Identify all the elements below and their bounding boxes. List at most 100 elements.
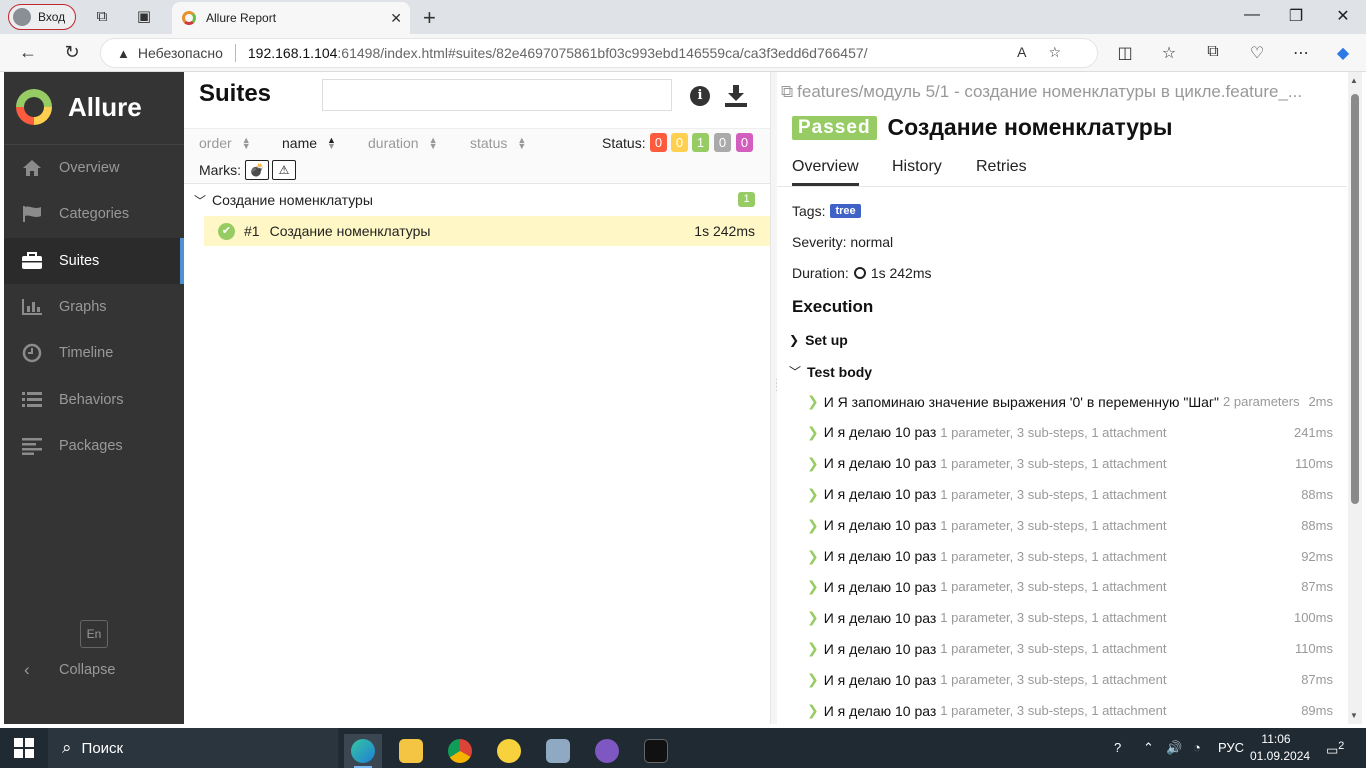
tab-actions-icon[interactable]: ▣: [134, 7, 154, 27]
info-icon[interactable]: i: [690, 86, 710, 106]
tab-retries[interactable]: Retries: [976, 158, 1027, 184]
step-name: И я делаю 10 раз: [823, 640, 937, 657]
tab-history[interactable]: History: [892, 158, 942, 184]
network-icon[interactable]: ◔: [1193, 740, 1201, 755]
step-row[interactable]: ❯ И я делаю 10 раз 1 parameter, 3 sub-step…: [807, 664, 1333, 695]
status-failed-toggle[interactable]: 0: [650, 133, 667, 152]
back-icon[interactable]: ←: [16, 42, 40, 63]
copy-icon[interactable]: ⧉: [781, 82, 793, 101]
scrollbar[interactable]: ▲ ▼: [1348, 72, 1362, 724]
more-icon[interactable]: ⋯: [1290, 43, 1312, 63]
download-icon[interactable]: [724, 84, 748, 108]
chevron-down-icon: ﹀: [789, 365, 802, 379]
chevron-right-icon: ❯: [807, 454, 819, 471]
test-body-toggle[interactable]: ﹀ Test body: [789, 363, 872, 380]
input-language[interactable]: РУС: [1218, 740, 1244, 755]
step-row[interactable]: ❯ И Я запоминаю значение выражения '0' в …: [807, 386, 1333, 417]
edge-app-icon[interactable]: [344, 734, 382, 768]
brand[interactable]: Allure: [4, 72, 184, 142]
breadcrumb[interactable]: ⧉ features/модуль 5/1 - создание номенкла…: [781, 82, 1341, 102]
chevron-up-icon[interactable]: ⌃: [1143, 740, 1154, 756]
workspaces-icon[interactable]: ⧉: [92, 7, 112, 27]
remote-desktop-icon[interactable]: [539, 734, 577, 768]
suite-group[interactable]: ﹀ Создание номенклатуры 1: [184, 184, 770, 216]
sort-order[interactable]: order ▲ ▼: [199, 135, 251, 151]
step-name: И Я запоминаю значение выражения '0' в п…: [823, 393, 1220, 410]
collapse-button[interactable]: ‹ Collapse: [4, 652, 184, 688]
flaky-bomb-icon[interactable]: 💣: [245, 160, 269, 180]
warning-triangle-icon[interactable]: ⚠: [272, 160, 296, 180]
file-explorer-icon[interactable]: [392, 734, 430, 768]
step-row[interactable]: ❯ И я делаю 10 раз 1 parameter, 3 sub-step…: [807, 448, 1333, 479]
status-passed-toggle[interactable]: 1: [692, 133, 709, 152]
browser-essentials-icon[interactable]: ♡: [1246, 43, 1268, 63]
step-row[interactable]: ❯ И я делаю 10 раз 1 parameter, 3 sub-step…: [807, 541, 1333, 572]
windows-start-icon[interactable]: [14, 738, 34, 758]
sort-name[interactable]: name ▲ ▼: [282, 135, 336, 151]
taskbar-search[interactable]: ⌕ Поиск: [48, 728, 338, 768]
sidebar-item-graphs[interactable]: Graphs: [4, 284, 184, 330]
split-screen-icon[interactable]: ◫: [1114, 43, 1136, 63]
sidebar-item-suites[interactable]: Suites: [4, 237, 184, 285]
sidebar-item-packages[interactable]: Packages: [4, 423, 184, 469]
test-case-row[interactable]: ✔ #1 Создание номенклатуры 1s 242ms: [204, 216, 770, 246]
collections-icon[interactable]: ⧉: [1202, 43, 1224, 61]
step-row[interactable]: ❯ И я делаю 10 раз 1 parameter, 3 sub-step…: [807, 571, 1333, 602]
minimize-icon[interactable]: —: [1237, 6, 1267, 24]
terminal-icon[interactable]: [637, 734, 675, 768]
step-duration: 110ms: [1294, 455, 1333, 471]
language-button[interactable]: En: [80, 620, 108, 648]
sidebar-item-timeline[interactable]: Timeline: [4, 330, 184, 376]
copilot-icon[interactable]: ◆: [1332, 43, 1354, 63]
tag-badge[interactable]: tree: [830, 204, 861, 218]
favorites-icon[interactable]: ☆: [1158, 43, 1180, 63]
volume-icon[interactable]: 🔊: [1166, 740, 1182, 756]
scroll-down-icon[interactable]: ▼: [1350, 711, 1358, 720]
insecure-label: Небезопасно: [137, 45, 223, 61]
search-input[interactable]: [322, 79, 672, 111]
read-aloud-favorite-icons[interactable]: A☆: [1017, 44, 1083, 61]
setup-toggle[interactable]: ❯ Set up: [789, 332, 848, 348]
sidebar-item-behaviors[interactable]: Behaviors: [4, 376, 184, 422]
chrome-icon[interactable]: [441, 734, 479, 768]
step-row[interactable]: ❯ И я делаю 10 раз 1 parameter, 3 sub-step…: [807, 479, 1333, 510]
close-window-icon[interactable]: ✕: [1328, 6, 1358, 26]
tags-row: Tags: tree: [792, 203, 861, 219]
align-left-icon: [20, 436, 44, 456]
system-clock[interactable]: 11:06 01.09.2024: [1250, 731, 1310, 765]
step-row[interactable]: ❯ И я делаю 10 раз 1 parameter, 3 sub-step…: [807, 602, 1333, 633]
step-meta: 1 parameter, 3 sub-steps, 1 attachment: [940, 517, 1167, 533]
github-desktop-icon[interactable]: [588, 734, 626, 768]
profile-button[interactable]: Вход: [8, 4, 76, 30]
new-tab-icon[interactable]: +: [423, 5, 436, 31]
browser-tab-allure[interactable]: Allure Report ✕: [172, 2, 410, 34]
step-name: И я делаю 10 раз: [823, 455, 937, 472]
reload-icon[interactable]: ↻: [60, 42, 84, 63]
sidebar-item-categories[interactable]: Categories: [4, 191, 184, 237]
sort-duration[interactable]: duration ▲ ▼: [368, 135, 438, 151]
notifications-icon[interactable]: ▭2: [1326, 740, 1344, 758]
step-row[interactable]: ❯ И я делаю 10 раз 1 parameter, 3 sub-step…: [807, 633, 1333, 664]
tab-overview[interactable]: Overview: [792, 158, 859, 186]
scrollbar-thumb[interactable]: [1351, 94, 1359, 504]
pane-splitter[interactable]: ⋮⋮: [770, 72, 782, 724]
restore-icon[interactable]: ❐: [1281, 6, 1311, 26]
sidebar-item-label: Packages: [59, 437, 123, 454]
address-bar-row: ← ↻ ▲ Небезопасно 192.168.1.104:61498/in…: [0, 34, 1366, 72]
url-field[interactable]: ▲ Небезопасно 192.168.1.104:61498/index.…: [100, 38, 1098, 68]
sidebar-item-overview[interactable]: Overview: [4, 145, 184, 191]
divider: [234, 44, 236, 62]
status-skipped-toggle[interactable]: 0: [714, 133, 731, 152]
1c-icon[interactable]: [490, 734, 528, 768]
status-unknown-toggle[interactable]: 0: [736, 133, 753, 152]
step-row[interactable]: ❯ И я делаю 10 раз 1 parameter, 3 sub-step…: [807, 510, 1333, 541]
sort-arrows-icon: ▲ ▼: [517, 135, 527, 151]
status-broken-toggle[interactable]: 0: [671, 133, 688, 152]
step-row[interactable]: ❯ И я делаю 10 раз 1 parameter, 3 sub-step…: [807, 417, 1333, 448]
step-row[interactable]: ❯ И я делаю 10 раз 1 parameter, 3 sub-step…: [807, 695, 1333, 724]
title-row: Passed Создание номенклатуры: [792, 114, 1173, 141]
sort-status[interactable]: status ▲ ▼: [470, 135, 526, 151]
help-icon[interactable]: ?: [1114, 740, 1121, 755]
close-tab-icon[interactable]: ✕: [390, 10, 402, 27]
scroll-up-icon[interactable]: ▲: [1350, 76, 1358, 85]
